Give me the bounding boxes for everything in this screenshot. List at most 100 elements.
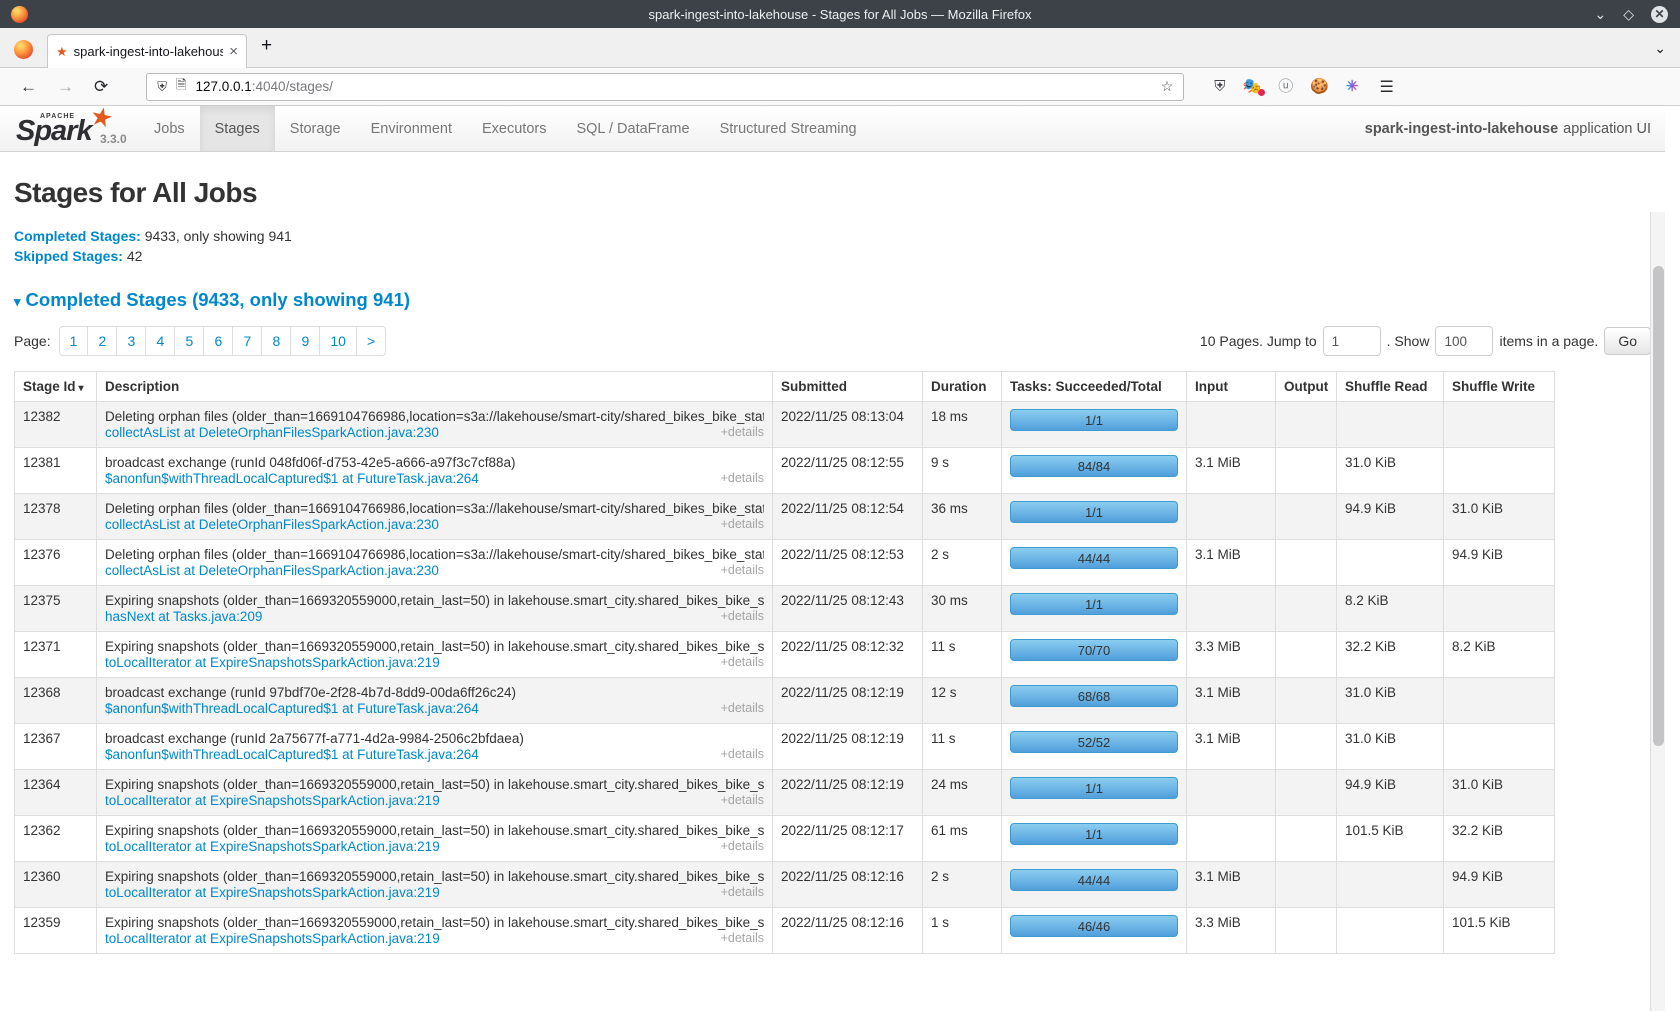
- spark-logo[interactable]: APACHE Spark ★ 3.3.0: [14, 106, 139, 151]
- column-header-description[interactable]: Description: [97, 372, 773, 402]
- stage-row-12364: 12364Expiring snapshots (older_than=1669…: [15, 770, 1555, 816]
- stage-detail-link[interactable]: $anonfun$withThreadLocalCaptured$1 at Fu…: [105, 471, 479, 486]
- input-cell: [1187, 816, 1276, 862]
- extension-asterisk-icon[interactable]: ✳: [1346, 79, 1359, 94]
- details-toggle[interactable]: +details: [721, 655, 764, 670]
- url-bar[interactable]: ⛨ 🗎 127.0.0.1:4040/stages/ ☆: [146, 73, 1184, 101]
- shuffle-read-cell: [1337, 862, 1444, 908]
- stage-detail-link[interactable]: toLocalIterator at ExpireSnapshotsSparkA…: [105, 655, 440, 670]
- details-toggle[interactable]: +details: [721, 517, 764, 532]
- skipped-stages-link[interactable]: Skipped Stages:: [14, 248, 123, 264]
- forward-icon[interactable]: →: [57, 77, 74, 97]
- completed-stages-link[interactable]: Completed Stages:: [14, 228, 141, 244]
- details-toggle[interactable]: +details: [721, 747, 764, 762]
- reload-icon[interactable]: ⟳: [94, 77, 108, 97]
- bookmark-star-icon[interactable]: ☆: [1161, 78, 1174, 95]
- page-button-1[interactable]: 1: [59, 326, 89, 356]
- nav-item-executors[interactable]: Executors: [467, 106, 561, 151]
- shuffle-write-cell: 8.2 KiB: [1444, 632, 1555, 678]
- submitted-cell: 2022/11/25 08:12:19: [773, 678, 923, 724]
- details-toggle[interactable]: +details: [721, 471, 764, 486]
- extension-cookie-icon[interactable]: 🍪: [1310, 79, 1329, 94]
- column-header-shuffle-read[interactable]: Shuffle Read: [1337, 372, 1444, 402]
- stage-row-12378: 12378Deleting orphan files (older_than=1…: [15, 494, 1555, 540]
- column-header-shuffle-write[interactable]: Shuffle Write: [1444, 372, 1555, 402]
- description-cell: Expiring snapshots (older_than=166932055…: [97, 908, 773, 954]
- stage-detail-link[interactable]: toLocalIterator at ExpireSnapshotsSparkA…: [105, 885, 440, 900]
- page-button-7[interactable]: 7: [233, 326, 262, 356]
- items-per-page-input[interactable]: [1435, 326, 1493, 356]
- column-header-submitted[interactable]: Submitted: [773, 372, 923, 402]
- details-toggle[interactable]: +details: [721, 609, 764, 624]
- go-button[interactable]: Go: [1604, 327, 1651, 355]
- stage-detail-link[interactable]: collectAsList at DeleteOrphanFilesSparkA…: [105, 517, 439, 532]
- tab-list-dropdown-icon[interactable]: ⌄: [1654, 40, 1666, 57]
- input-cell: 3.1 MiB: [1187, 678, 1276, 724]
- nav-item-structured-streaming[interactable]: Structured Streaming: [705, 106, 872, 151]
- column-header-duration[interactable]: Duration: [923, 372, 1002, 402]
- page-button-6[interactable]: 6: [204, 326, 233, 356]
- page-info-icon[interactable]: 🗎: [176, 76, 186, 98]
- page-button-5[interactable]: 5: [175, 326, 204, 356]
- stage-detail-link[interactable]: $anonfun$withThreadLocalCaptured$1 at Fu…: [105, 747, 479, 762]
- stage-detail-link[interactable]: toLocalIterator at ExpireSnapshotsSparkA…: [105, 793, 440, 808]
- shuffle-write-cell: 31.0 KiB: [1444, 494, 1555, 540]
- tasks-cell: 1/1: [1002, 402, 1187, 448]
- page-button-4[interactable]: 4: [146, 326, 175, 356]
- extension-mask-icon[interactable]: 🎭: [1243, 79, 1262, 94]
- nav-item-environment[interactable]: Environment: [356, 106, 467, 151]
- stage-detail-link[interactable]: toLocalIterator at ExpireSnapshotsSparkA…: [105, 839, 440, 854]
- nav-item-sql-dataframe[interactable]: SQL / DataFrame: [561, 106, 704, 151]
- skipped-stages-line: Skipped Stages: 42: [14, 246, 1651, 266]
- tasks-progress-bar: 68/68: [1010, 685, 1178, 707]
- close-window-icon[interactable]: ✕: [1651, 6, 1668, 23]
- menu-icon[interactable]: ☰: [1379, 77, 1393, 97]
- page-button-2[interactable]: 2: [88, 326, 117, 356]
- stage-detail-link[interactable]: $anonfun$withThreadLocalCaptured$1 at Fu…: [105, 701, 479, 716]
- stage-description: Expiring snapshots (older_than=166932055…: [105, 593, 764, 608]
- details-toggle[interactable]: +details: [721, 425, 764, 440]
- tracking-shield-icon[interactable]: ⛨: [157, 79, 167, 95]
- column-header-stage-id[interactable]: Stage Id▾: [15, 372, 97, 402]
- maximize-icon[interactable]: ◇: [1623, 7, 1634, 21]
- shuffle-read-cell: 8.2 KiB: [1337, 586, 1444, 632]
- details-toggle[interactable]: +details: [721, 563, 764, 578]
- column-header-input[interactable]: Input: [1187, 372, 1276, 402]
- details-toggle[interactable]: +details: [721, 931, 764, 946]
- stage-detail-link[interactable]: collectAsList at DeleteOrphanFilesSparkA…: [105, 425, 439, 440]
- details-toggle[interactable]: +details: [721, 793, 764, 808]
- stage-detail-link[interactable]: toLocalIterator at ExpireSnapshotsSparkA…: [105, 931, 440, 946]
- nav-item-jobs[interactable]: Jobs: [139, 106, 200, 151]
- page-button-9[interactable]: 9: [291, 326, 320, 356]
- pagination-row: Page: 12345678910> 10 Pages. Jump to . S…: [14, 326, 1651, 356]
- details-toggle[interactable]: +details: [721, 885, 764, 900]
- column-header-output[interactable]: Output: [1276, 372, 1337, 402]
- extension-shield-icon[interactable]: ⛨: [1214, 79, 1225, 94]
- column-header-tasks-succeeded-total[interactable]: Tasks: Succeeded/Total: [1002, 372, 1187, 402]
- completed-stages-section-header[interactable]: ▾Completed Stages (9433, only showing 94…: [14, 289, 1651, 311]
- jump-to-page-input[interactable]: [1323, 326, 1381, 356]
- submitted-cell: 2022/11/25 08:13:04: [773, 402, 923, 448]
- scrollbar-thumb[interactable]: [1653, 266, 1664, 746]
- new-tab-button[interactable]: +: [261, 35, 272, 57]
- tasks-progress-bar: 1/1: [1010, 409, 1178, 431]
- details-toggle[interactable]: +details: [721, 701, 764, 716]
- minimize-icon[interactable]: ⌄: [1594, 7, 1606, 21]
- page-button-10[interactable]: 10: [320, 326, 357, 356]
- page-scrollbar[interactable]: [1650, 212, 1665, 1011]
- nav-item-stages[interactable]: Stages: [200, 106, 275, 151]
- browser-tab[interactable]: ★ spark-ingest-into-lakehouse ×: [47, 34, 247, 68]
- page-button-3[interactable]: 3: [117, 326, 146, 356]
- close-tab-icon[interactable]: ×: [229, 43, 238, 60]
- input-cell: 3.1 MiB: [1187, 540, 1276, 586]
- back-icon[interactable]: ←: [20, 77, 37, 97]
- page-button-8[interactable]: 8: [262, 326, 291, 356]
- stage-detail-link[interactable]: collectAsList at DeleteOrphanFilesSparkA…: [105, 563, 439, 578]
- details-toggle[interactable]: +details: [721, 839, 764, 854]
- input-cell: 3.1 MiB: [1187, 724, 1276, 770]
- page-label: Page:: [14, 333, 51, 349]
- extension-ublock-icon[interactable]: ⓤ: [1278, 79, 1293, 94]
- page-button-next[interactable]: >: [357, 326, 386, 356]
- nav-item-storage[interactable]: Storage: [275, 106, 356, 151]
- stage-detail-link[interactable]: hasNext at Tasks.java:209: [105, 609, 262, 624]
